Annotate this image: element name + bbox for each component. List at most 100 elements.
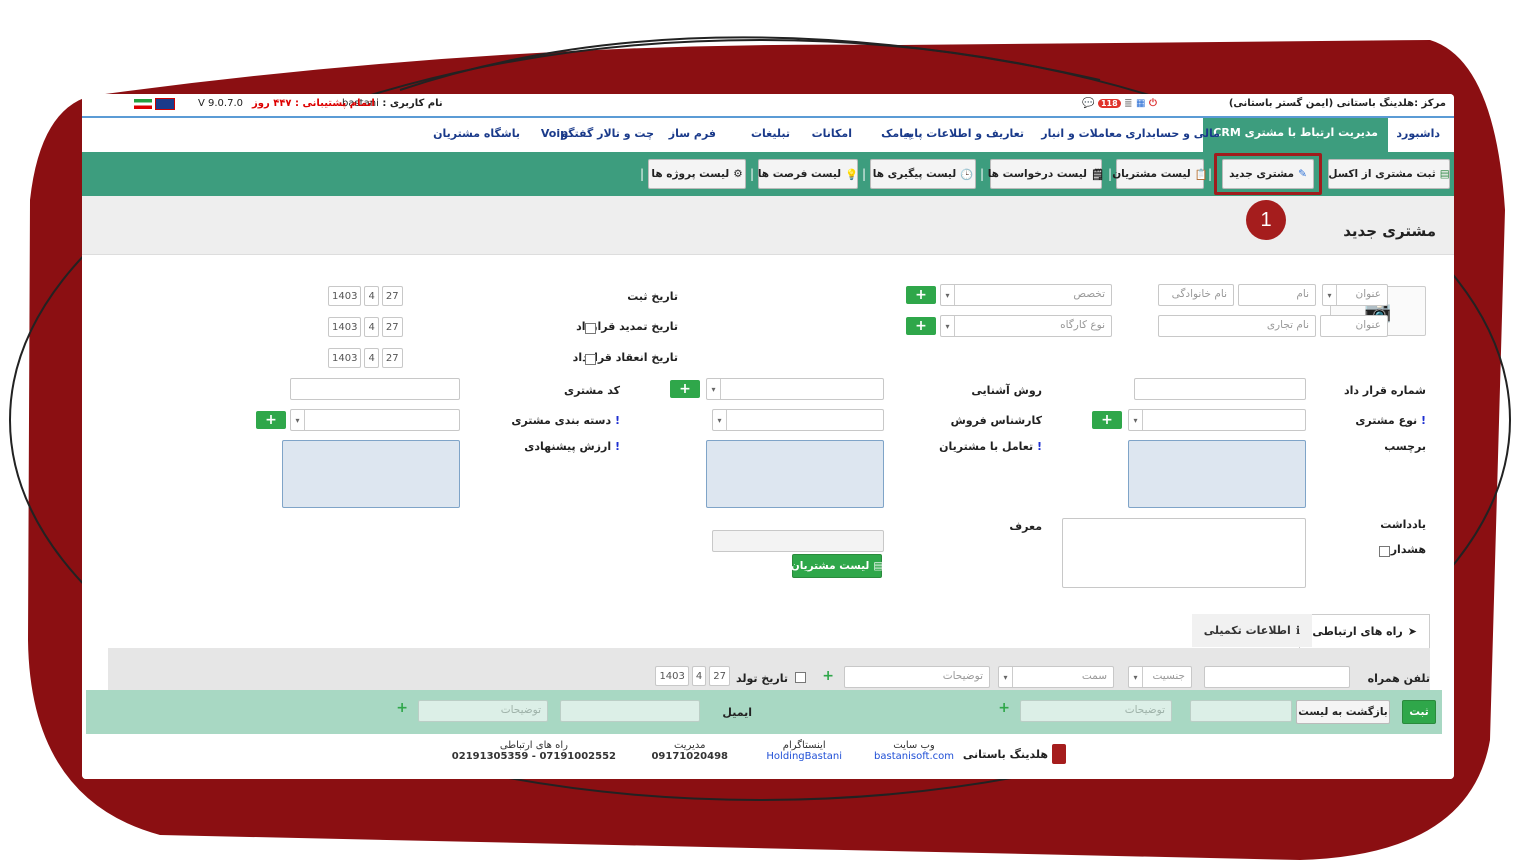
import-excel-button[interactable]: ▤ ثبت مشتری از اکسل <box>1328 159 1450 189</box>
followup-list-button[interactable]: 🕒 لیست پیگیری ها <box>870 159 976 189</box>
specialty-select[interactable]: تخصص ▾ <box>940 284 1112 306</box>
power-icon[interactable]: ⏻ <box>1149 98 1157 109</box>
clipboard-list-icon: 🗒 <box>1090 168 1105 181</box>
title2-input[interactable]: عنوان <box>1320 315 1388 337</box>
menu-features[interactable]: امکانات <box>812 127 852 140</box>
menu-sms[interactable]: پیامک <box>881 127 912 140</box>
required-mark: ! <box>614 440 620 453</box>
day-select[interactable]: 27 <box>381 317 403 337</box>
email-input[interactable] <box>1190 700 1292 722</box>
customer-list-small-button[interactable]: ▤ لیست مشتریان <box>791 554 883 578</box>
add-email-icon[interactable]: + <box>998 700 1010 716</box>
tab-extra-info[interactable]: ℹ اطلاعات تکمیلی <box>1191 614 1312 647</box>
specialty-placeholder: تخصص <box>1073 288 1105 300</box>
uk-flag-icon[interactable] <box>155 98 176 110</box>
menu-chat[interactable]: چت و تالار گفتگو <box>561 127 654 140</box>
add-specialty-button[interactable]: + <box>906 286 936 304</box>
customer-type-text: نوع مشتری <box>1355 414 1418 427</box>
referrer-label: معرف <box>1009 520 1042 533</box>
chat-icon[interactable]: 💬 <box>1082 98 1094 109</box>
add-customer-type-button[interactable]: + <box>1092 411 1122 429</box>
customer-category-select[interactable]: ▾ <box>290 409 460 431</box>
position-select[interactable]: سمت ▾ <box>998 666 1114 688</box>
add-workshop-button[interactable]: + <box>906 317 936 335</box>
customer-code-input[interactable] <box>290 378 460 400</box>
menu-dashboard[interactable]: داشبورد <box>1396 127 1440 140</box>
chevron-down-icon: ▾ <box>941 285 955 305</box>
back-to-list-button[interactable]: بازگشت به لیست <box>1296 700 1390 724</box>
menu-basic-info[interactable]: تعاریف و اطلاعات پایه <box>903 127 1024 140</box>
email2-desc-input[interactable]: توضیحات <box>418 700 548 722</box>
menu-ads[interactable]: تبلیغات <box>751 127 790 140</box>
save-button[interactable]: ثبت <box>1402 700 1436 724</box>
tag-textarea[interactable] <box>1128 440 1306 508</box>
year-select[interactable]: 1403 <box>328 286 362 306</box>
followup-list-label: لیست پیگیری ها <box>872 168 957 180</box>
lastname-input[interactable]: نام خانوادگی <box>1158 284 1234 306</box>
workshop-select[interactable]: نوع کارگاه ▾ <box>940 315 1112 337</box>
referrer-input[interactable] <box>712 530 884 552</box>
gender-select[interactable]: جنسیت ▾ <box>1128 666 1192 688</box>
add-category-button[interactable]: + <box>256 411 286 429</box>
tab-contacts[interactable]: ➤ راه های ارتباطی <box>1299 614 1430 648</box>
email-desc-input[interactable]: توضیحات <box>1020 700 1172 722</box>
reg-date-picker[interactable]: 1403 4 27 <box>328 286 403 306</box>
website-link[interactable]: bastanisoft.com <box>874 751 954 762</box>
month-select[interactable]: 4 <box>364 286 379 306</box>
day-select[interactable]: 27 <box>381 286 403 306</box>
app-window: مرکز :هلدینگ باستانی (ایمن گستر باستانی)… <box>82 94 1454 779</box>
renew-date-picker[interactable]: 1403 4 27 <box>328 317 403 337</box>
sales-expert-select[interactable]: ▾ <box>712 409 884 431</box>
contract-date-checkbox[interactable] <box>585 354 596 365</box>
instagram-link[interactable]: HoldingBastani <box>766 751 842 762</box>
year-select[interactable]: 1403 <box>655 666 689 686</box>
mobile-desc-input[interactable]: توضیحات <box>844 666 990 688</box>
menu-club[interactable]: باشگاه مشتریان <box>433 127 520 140</box>
tradename-input[interactable]: نام تجاری <box>1158 315 1316 337</box>
email-label: ایمیل <box>722 706 752 719</box>
month-select[interactable]: 4 <box>364 348 379 368</box>
opportunity-list-button[interactable]: 💡 لیست فرصت ها <box>758 159 858 189</box>
menu-trade[interactable]: معاملات و انبار <box>1041 127 1122 140</box>
list-icon[interactable]: ≣ <box>1124 98 1132 109</box>
menu-finance[interactable]: مالی و حسابداری <box>1125 127 1220 140</box>
customer-list-button[interactable]: 📋 لیست مشتریان <box>1112 159 1208 189</box>
clipboard-icon: 📋 <box>1194 168 1208 181</box>
day-select[interactable]: 27 <box>709 666 730 686</box>
add-acquaint-button[interactable]: + <box>670 380 700 398</box>
month-select[interactable]: 4 <box>691 666 707 686</box>
contract-date-picker[interactable]: 1403 4 27 <box>328 348 403 368</box>
customer-code-label: کد مشتری <box>564 384 620 397</box>
add-email2-icon[interactable]: + <box>396 700 408 716</box>
mobile-input[interactable] <box>1204 666 1350 688</box>
required-mark: ! <box>614 414 620 427</box>
workshop-placeholder: نوع کارگاه <box>1060 319 1105 331</box>
menu-voip[interactable]: Voip <box>541 127 568 140</box>
interaction-textarea[interactable] <box>706 440 884 508</box>
acquaint-select[interactable]: ▾ <box>706 378 884 400</box>
calendar-icon[interactable]: ▦ <box>1136 98 1145 109</box>
customer-type-select[interactable]: ▾ <box>1128 409 1306 431</box>
offer-value-textarea[interactable] <box>282 440 460 508</box>
firstname-input[interactable]: نام <box>1238 284 1316 306</box>
notification-count[interactable]: 118 <box>1097 99 1121 108</box>
menu-form-builder[interactable]: فرم ساز <box>669 127 716 140</box>
birthday-picker[interactable]: 1403 4 27 <box>655 666 730 686</box>
year-select[interactable]: 1403 <box>328 317 362 337</box>
contract-no-input[interactable] <box>1134 378 1306 400</box>
add-mobile-icon[interactable]: + <box>822 668 834 684</box>
email2-input[interactable] <box>560 700 700 722</box>
request-list-button[interactable]: 🗒 لیست درخواست ها <box>988 159 1105 189</box>
month-select[interactable]: 4 <box>364 317 379 337</box>
warning-checkbox[interactable] <box>1379 546 1390 557</box>
menu-crm[interactable]: مدیریت ارتباط با مشتری CRM <box>1203 118 1388 152</box>
project-list-button[interactable]: ⚙ لیست پروژه ها <box>648 159 746 189</box>
renew-date-checkbox[interactable] <box>585 323 596 334</box>
year-select[interactable]: 1403 <box>328 348 362 368</box>
birthday-checkbox[interactable] <box>795 672 806 683</box>
iran-flag-icon[interactable] <box>134 99 152 109</box>
note-textarea[interactable] <box>1062 518 1306 588</box>
sales-expert-label: کارشناس فروش <box>950 414 1042 427</box>
title-select[interactable]: عنوان ▾ <box>1322 284 1388 306</box>
day-select[interactable]: 27 <box>381 348 403 368</box>
